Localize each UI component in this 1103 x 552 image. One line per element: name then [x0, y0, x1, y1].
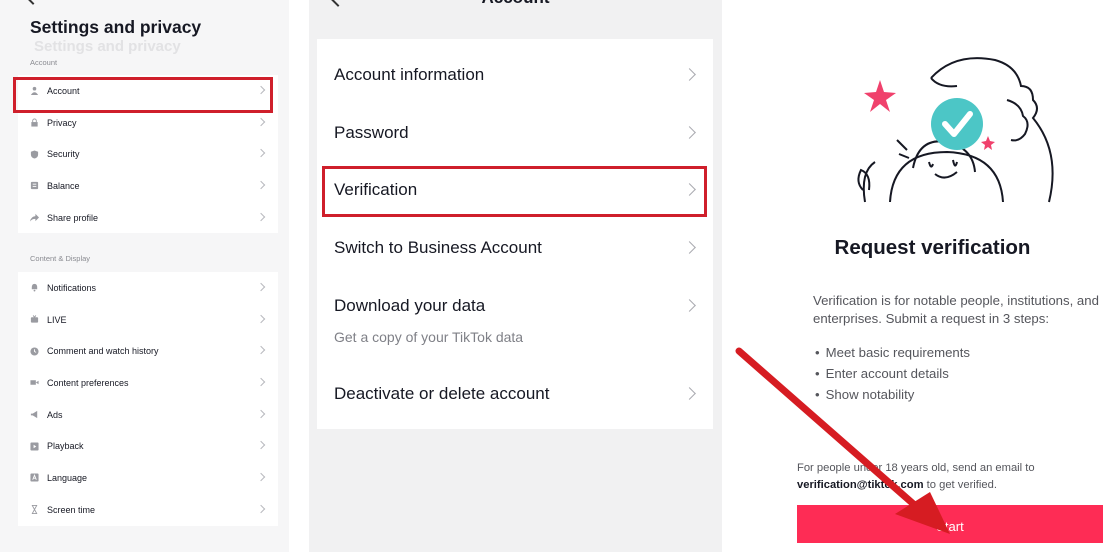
language-icon: [30, 473, 39, 483]
verification-highlight-box: [322, 166, 707, 217]
settings-item-label: Screen time: [47, 504, 96, 515]
settings-item-label: Comment and watch history: [47, 346, 159, 357]
account-item-password[interactable]: Password: [317, 109, 713, 166]
account-item-label: Deactivate or delete account: [334, 384, 550, 403]
note-suffix: to get verified.: [923, 479, 997, 491]
chevron-right-icon: [256, 314, 266, 323]
play-icon: [30, 442, 39, 451]
account-item-label: Download your data: [334, 296, 486, 315]
bell-icon: [30, 283, 39, 292]
hourglass-icon: [30, 505, 39, 515]
chevron-right-icon: [683, 126, 696, 139]
account-panel: Account Account information Password Ver…: [309, 0, 722, 552]
chevron-right-icon: [256, 282, 266, 292]
chevron-right-icon: [683, 241, 696, 254]
verification-intro: Verification is for notable people, inst…: [813, 293, 1099, 326]
verification-panel: Request verification Verification is for…: [722, 0, 1103, 552]
verification-heading: Request verification: [834, 236, 1031, 259]
settings-item-language[interactable]: Language: [18, 462, 278, 494]
clock-icon: [30, 347, 39, 356]
chevron-right-icon: [683, 299, 696, 312]
settings-item-label: Ads: [47, 409, 63, 420]
settings-item-label: Language: [47, 472, 88, 483]
settings-panel: Settings and privacy Settings and privac…: [0, 0, 289, 552]
account-item-label: Password: [334, 123, 409, 142]
settings-item-notifications[interactable]: Notifications: [18, 272, 278, 304]
settings-item-label: Security: [47, 149, 80, 160]
settings-item-content-preferences[interactable]: Content preferences: [18, 367, 278, 399]
settings-item-comment-history[interactable]: Comment and watch history: [18, 335, 278, 367]
chevron-right-icon: [256, 149, 266, 158]
settings-item-screen-time[interactable]: Screen time: [18, 494, 278, 526]
list-item: Show notability: [815, 384, 970, 405]
settings-item-label: LIVE: [47, 314, 67, 325]
settings-item-security[interactable]: Security: [18, 138, 278, 170]
account-options-card: Account information Password Verificatio…: [317, 39, 713, 429]
verification-steps: Meet basic requirements Enter account de…: [815, 342, 970, 405]
share-icon: [30, 213, 39, 222]
lock-icon: [30, 118, 39, 127]
page-title: Account: [309, 0, 722, 8]
chevron-right-icon: [683, 387, 696, 400]
chevron-right-icon: [256, 472, 266, 482]
verification-email-link[interactable]: verification@tiktok.com: [797, 479, 924, 491]
settings-item-live[interactable]: LIVE: [18, 304, 278, 336]
chevron-right-icon: [256, 409, 266, 418]
chevron-right-icon: [256, 346, 266, 355]
chevron-right-icon: [256, 212, 266, 221]
account-item-account-information[interactable]: Account information: [317, 39, 713, 109]
note-prefix: For people under 18 years old, send an e…: [797, 462, 1035, 474]
verification-illustration: [857, 57, 1054, 203]
wallet-icon: [30, 181, 39, 190]
account-item-label: Switch to Business Account: [334, 238, 542, 257]
content-display-settings-group: Notifications LIVE Comment and watch his…: [18, 272, 278, 526]
ghost-title-text: Settings and privacy: [34, 38, 181, 55]
back-icon[interactable]: [23, 0, 43, 5]
settings-item-label: Share profile: [47, 212, 99, 223]
account-item-switch-business[interactable]: Switch to Business Account: [317, 224, 713, 282]
settings-item-label: Notifications: [47, 282, 97, 293]
chevron-right-icon: [256, 117, 266, 126]
chevron-right-icon: [256, 504, 266, 514]
account-item-sublabel: Get a copy of your TikTok data: [334, 329, 524, 345]
start-button[interactable]: Start: [797, 505, 1103, 543]
settings-item-share-profile[interactable]: Share profile: [18, 202, 278, 234]
video-icon: [30, 378, 39, 387]
settings-item-playback[interactable]: Playback: [18, 430, 278, 462]
settings-item-label: Balance: [47, 180, 80, 191]
chevron-right-icon: [683, 68, 696, 81]
settings-item-label: Content preferences: [47, 377, 129, 388]
megaphone-icon: [30, 410, 39, 419]
settings-item-ads[interactable]: Ads: [18, 399, 278, 431]
list-item: Meet basic requirements: [815, 342, 970, 363]
under-18-note: For people under 18 years old, send an e…: [797, 460, 1097, 494]
page-title: Settings and privacy: [30, 17, 202, 37]
list-item: Enter account details: [815, 363, 970, 384]
settings-item-label: Privacy: [47, 117, 77, 128]
account-item-label: Account information: [334, 65, 485, 84]
settings-item-balance[interactable]: Balance: [18, 170, 278, 202]
account-highlight-box: [13, 77, 273, 113]
account-item-deactivate-delete[interactable]: Deactivate or delete account: [317, 370, 713, 429]
chevron-right-icon: [256, 180, 266, 190]
chevron-right-icon: [256, 377, 266, 387]
section-label-content-display: Content & Display: [30, 254, 91, 263]
chevron-right-icon: [256, 441, 266, 450]
account-item-download-data[interactable]: Download your data Get a copy of your Ti…: [317, 282, 713, 370]
settings-item-label: Playback: [47, 441, 84, 452]
shield-icon: [30, 150, 39, 159]
section-label-account: Account: [30, 58, 58, 67]
live-icon: [30, 315, 39, 324]
